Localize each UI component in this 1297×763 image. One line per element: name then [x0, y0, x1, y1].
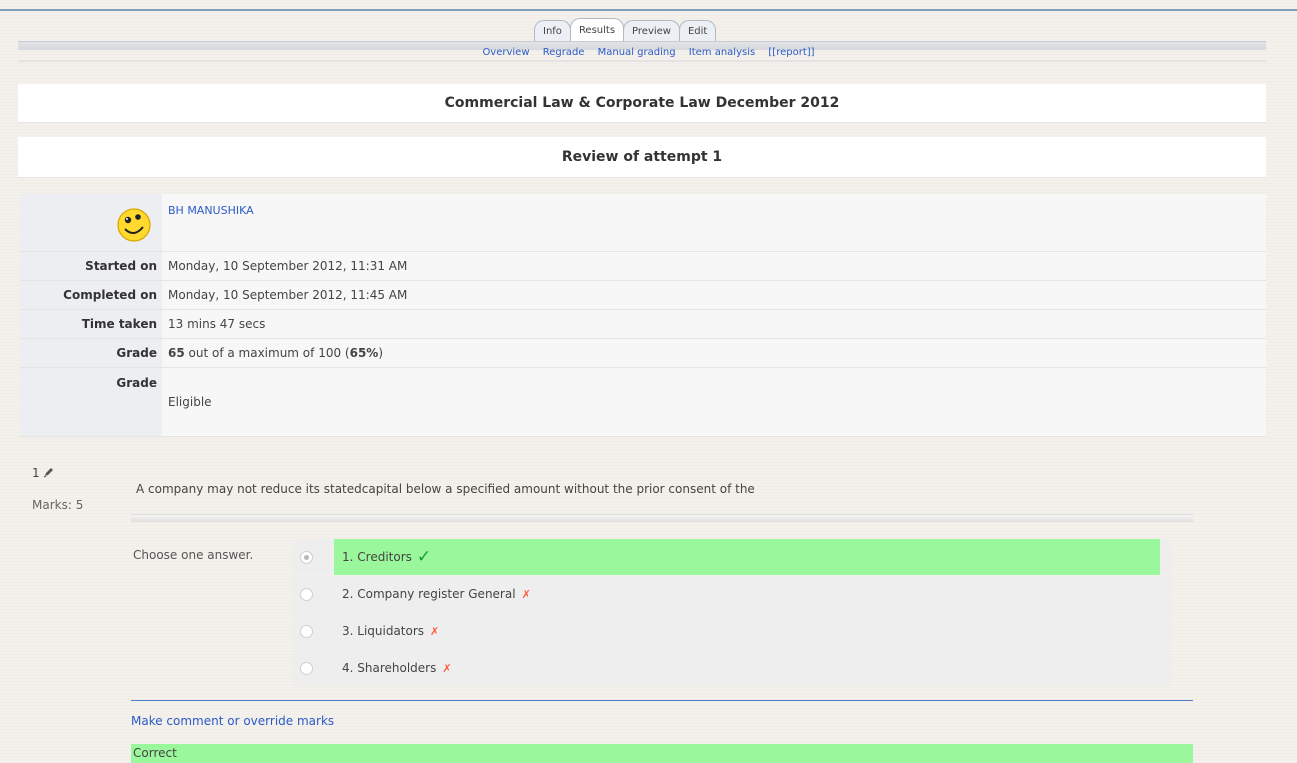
answer-label-4: 4. Shareholders: [342, 661, 437, 675]
tab-preview[interactable]: Preview: [623, 20, 680, 42]
answer-radio-1[interactable]: [300, 550, 313, 564]
results-subnav: Overview Regrade Manual grading Item ana…: [0, 47, 1297, 58]
started-value: Monday, 10 September 2012, 11:31 AM: [162, 251, 1266, 281]
tab-results[interactable]: Results: [569, 18, 625, 42]
question-footer-line: [131, 700, 1193, 701]
grade-value: 65 out of a maximum of 100 (65%): [162, 338, 1266, 368]
subnav-overview[interactable]: Overview: [482, 47, 529, 58]
choose-label: Choose one answer.: [133, 548, 254, 562]
answer-body-3: 3. Liquidators ✗: [334, 613, 439, 649]
subnav-regrade[interactable]: Regrade: [543, 47, 585, 58]
answer-label-2: 2. Company register General: [342, 587, 516, 601]
answer-label-3: 3. Liquidators: [342, 624, 425, 638]
smiley-avatar-icon[interactable]: [116, 207, 152, 243]
grade-score: 65: [168, 346, 185, 360]
question-text: A company may not reduce its statedcapit…: [136, 482, 755, 496]
review-title: Review of attempt 1: [18, 137, 1266, 177]
subnav-report[interactable]: [[report]]: [768, 47, 814, 58]
answer-label-1: 1. Creditors: [342, 550, 412, 564]
question-number: 1: [32, 466, 55, 480]
answer-radio-4[interactable]: [300, 661, 313, 675]
time-taken-label: Time taken: [20, 309, 162, 339]
grade-label: Grade: [20, 338, 162, 368]
answer-radio-2[interactable]: [300, 587, 313, 601]
user-row: BH MANUSHIKA: [20, 194, 1266, 252]
avatar-cell: [20, 194, 162, 252]
grade-status-value: Eligible: [162, 367, 1266, 437]
comment-override-link[interactable]: Make comment or override marks: [131, 714, 334, 728]
grade-percent: 65%: [349, 346, 379, 360]
tab-row: Info Results Preview Edit: [534, 18, 717, 42]
tab-info[interactable]: Info: [534, 20, 571, 42]
cross-icon: ✗: [442, 661, 452, 675]
time-taken-value: 13 mins 47 secs: [162, 309, 1266, 339]
grade-mid-text: out of a maximum of 100 (: [184, 346, 350, 360]
answer-option-1[interactable]: 1. Creditors ✓: [292, 539, 1172, 575]
user-name-link[interactable]: BH MANUSHIKA: [168, 204, 254, 217]
question-number-text: 1: [32, 466, 40, 480]
check-icon: ✓: [416, 547, 432, 567]
attempt-info-table: BH MANUSHIKA Started on Monday, 10 Septe…: [20, 194, 1266, 437]
tab-edit[interactable]: Edit: [678, 20, 717, 42]
grade-end-text: ): [378, 346, 384, 360]
answer-option-2[interactable]: 2. Company register General ✗: [292, 576, 1172, 612]
cross-icon: ✗: [521, 587, 531, 601]
cross-icon: ✗: [430, 624, 440, 638]
subnav-divider: [18, 60, 1266, 62]
answer-option-3[interactable]: 3. Liquidators ✗: [292, 613, 1172, 649]
grade-status-label: Grade: [20, 367, 162, 437]
quiz-title: Commercial Law & Corporate Law December …: [18, 84, 1266, 122]
completed-value: Monday, 10 September 2012, 11:45 AM: [162, 280, 1266, 310]
top-border: [0, 9, 1297, 11]
answer-radio-3[interactable]: [300, 624, 313, 638]
started-label: Started on: [20, 251, 162, 281]
edit-pencil-icon[interactable]: [43, 466, 55, 478]
subnav-item-analysis[interactable]: Item analysis: [689, 47, 755, 58]
answer-option-4[interactable]: 4. Shareholders ✗: [292, 650, 1172, 686]
feedback-correct: Correct: [131, 744, 1193, 763]
question-marks: Marks: 5: [32, 498, 84, 512]
subnav-manual-grading[interactable]: Manual grading: [598, 47, 676, 58]
answer-body-1: 1. Creditors ✓: [334, 539, 1160, 575]
question-separator: [131, 514, 1193, 522]
answer-body-2: 2. Company register General ✗: [334, 576, 531, 612]
completed-label: Completed on: [20, 280, 162, 310]
answer-body-4: 4. Shareholders ✗: [334, 650, 452, 686]
